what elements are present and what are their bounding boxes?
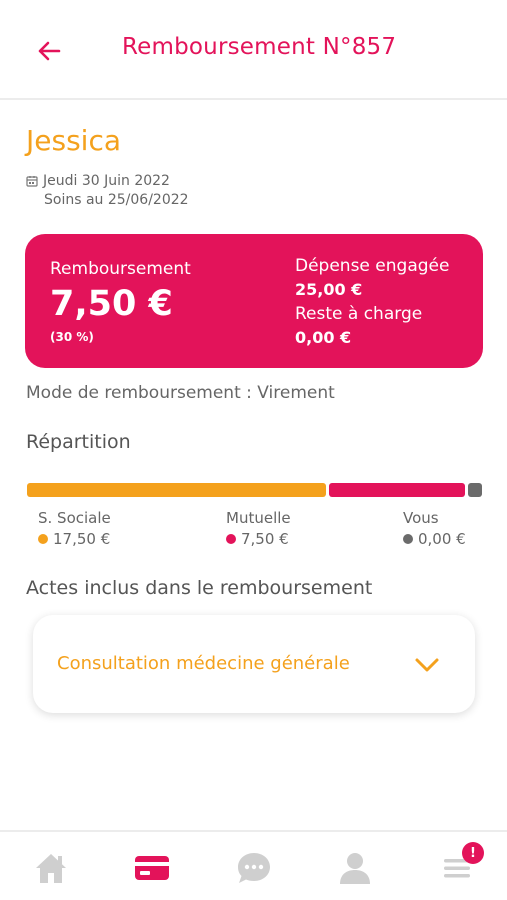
legend-value: 17,50 € [53, 530, 111, 548]
nav-reimbursements[interactable] [132, 848, 172, 888]
reimbursement-percent: (30 %) [50, 330, 94, 344]
patient-name: Jessica [26, 124, 121, 157]
chat-icon [238, 853, 270, 883]
nav-profile[interactable] [335, 848, 375, 888]
legend-label: S. Sociale [38, 509, 111, 527]
pink-dot-icon [226, 534, 236, 544]
orange-dot-icon [38, 534, 48, 544]
legend-label: Vous [403, 509, 439, 527]
arrow-left-icon [38, 41, 61, 61]
legend-mutuelle: Mutuelle 7,50 € [226, 509, 291, 548]
calendar-icon [26, 176, 38, 187]
nav-messages[interactable] [234, 848, 274, 888]
expense-label: Dépense engagée [295, 256, 450, 276]
remaining-amount: 0,00 € [295, 328, 352, 347]
home-icon [36, 854, 66, 883]
legend-vous: Vous 0,00 € [403, 509, 466, 548]
reimbursement-amount: 7,50 € [50, 284, 173, 324]
acte-accordion[interactable]: Consultation médecine générale [33, 615, 475, 713]
back-button[interactable] [34, 36, 64, 66]
expense-summary: Dépense engagée 25,00 € Reste à charge 0… [295, 254, 449, 350]
reimbursement-card: Remboursement 7,50 € (30 %) Dépense enga… [25, 234, 483, 368]
care-date: Soins au 25/06/2022 [44, 192, 189, 208]
actes-title: Actes inclus dans le remboursement [26, 577, 373, 599]
legend-label: Mutuelle [226, 509, 291, 527]
nav-home[interactable] [31, 848, 71, 888]
notification-badge: ! [462, 842, 484, 864]
repartition-title: Répartition [26, 431, 131, 453]
card-icon [135, 856, 169, 880]
page-title: Remboursement N°857 [122, 34, 397, 60]
bar-secu [27, 483, 326, 497]
grey-dot-icon [403, 534, 413, 544]
bar-vous [468, 483, 482, 497]
remaining-label: Reste à charge [295, 304, 423, 324]
header: Remboursement N°857 [0, 0, 507, 100]
bar-mutuelle [329, 483, 465, 497]
expense-amount: 25,00 € [295, 280, 363, 299]
payment-mode: Mode de remboursement : Virement [26, 383, 335, 403]
chevron-down-icon [415, 658, 439, 672]
legend-value: 7,50 € [241, 530, 289, 548]
legend-secu: S. Sociale 17,50 € [38, 509, 111, 548]
legend-value: 0,00 € [418, 530, 466, 548]
bottom-nav [0, 830, 507, 900]
reimbursement-label: Remboursement [50, 259, 191, 279]
acte-label: Consultation médecine générale [57, 653, 350, 674]
date-line: Jeudi 30 Juin 2022 [26, 173, 170, 189]
reimbursement-date: Jeudi 30 Juin 2022 [43, 173, 170, 189]
user-icon [340, 853, 370, 884]
